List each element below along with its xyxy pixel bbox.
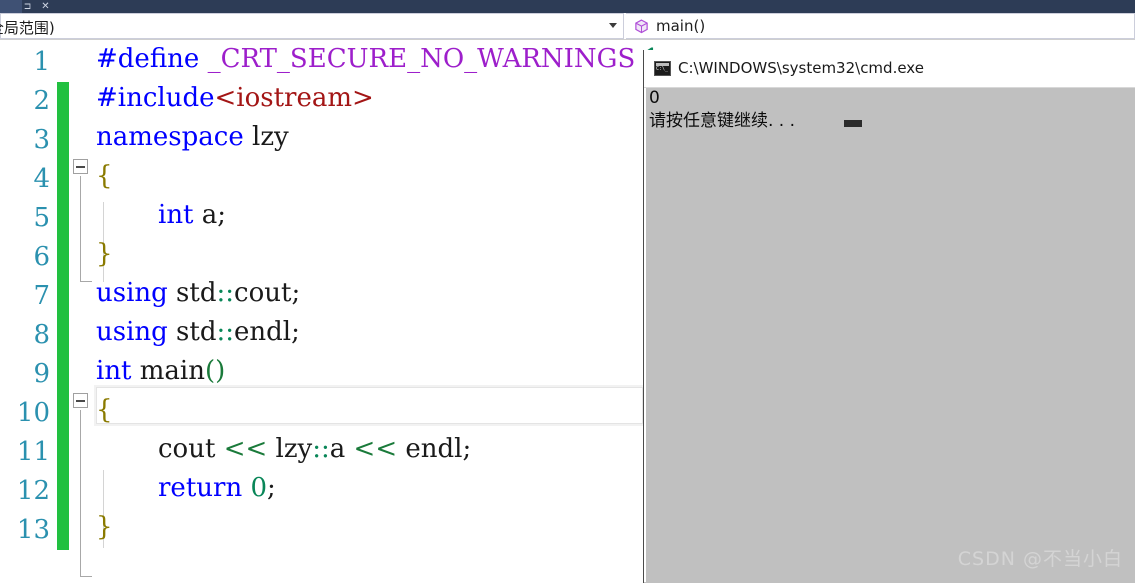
- scope-dropdown[interactable]: (全局范围): [0, 13, 624, 39]
- code-token: endl;: [397, 434, 472, 464]
- line-number: 12: [16, 476, 50, 506]
- code-token: return: [158, 473, 243, 503]
- code-token: <<: [223, 434, 268, 464]
- code-text: }: [96, 512, 113, 542]
- watermark: CSDN @不当小白: [957, 548, 1123, 570]
- code-token: _CRT_SECURE_NO_WARNINGS: [207, 44, 636, 74]
- line-number: 7: [33, 281, 50, 311]
- console-output-value: 0: [649, 88, 660, 108]
- code-token: }: [96, 239, 113, 269]
- code-token: }: [96, 512, 113, 542]
- console-title-text: C:\WINDOWS\system32\cmd.exe: [678, 59, 924, 77]
- scope-dropdown-label: (全局范围): [0, 19, 55, 37]
- code-token: using: [96, 317, 168, 347]
- code-token: std: [167, 278, 217, 308]
- code-token: namespace: [96, 122, 244, 152]
- code-token: <iostream>: [214, 83, 374, 113]
- console-output-area[interactable]: 0 请按任意键继续. . .: [644, 88, 1135, 582]
- line-number: 3: [33, 125, 50, 155]
- outline-guide-main-foot: [80, 576, 92, 577]
- code-text: using std::endl;: [96, 317, 300, 347]
- member-dropdown[interactable]: main(): [626, 13, 1135, 39]
- code-token: ::: [312, 434, 330, 464]
- editor-tab-strip: ⊐ ✕: [0, 0, 1135, 13]
- code-text: return 0;: [158, 473, 276, 503]
- code-token: #define: [96, 44, 200, 74]
- code-text: #include<iostream>: [96, 83, 374, 113]
- code-token: lzy: [243, 122, 289, 152]
- tab-strip-background: [55, 0, 1135, 13]
- line-number: 1: [33, 47, 50, 77]
- code-token: {: [96, 161, 113, 191]
- navigation-bar: (全局范围) main(): [0, 13, 1135, 40]
- code-token: main: [131, 356, 205, 386]
- code-text: cout << lzy::a << endl;: [158, 434, 471, 464]
- code-token: std: [167, 317, 217, 347]
- close-icon[interactable]: ✕: [40, 1, 51, 12]
- code-text: #define _CRT_SECURE_NO_WARNINGS 1: [96, 44, 660, 74]
- chevron-down-icon[interactable]: [609, 23, 617, 28]
- code-token: int: [96, 356, 132, 386]
- line-number: 2: [33, 86, 50, 116]
- code-text: }: [96, 239, 113, 269]
- code-token: 0: [250, 473, 267, 503]
- member-dropdown-label: main(): [656, 17, 706, 35]
- block-cursor: [844, 120, 862, 127]
- code-text: {: [96, 395, 113, 425]
- code-token: a: [329, 434, 354, 464]
- code-token: cout;: [234, 278, 301, 308]
- code-token: int: [158, 200, 194, 230]
- code-token: (): [205, 356, 226, 386]
- code-token: cout: [158, 434, 224, 464]
- code-token: ;: [267, 473, 276, 503]
- code-token: ::: [216, 317, 235, 347]
- pin-icon[interactable]: ⊐: [22, 1, 33, 12]
- code-token: lzy: [267, 434, 313, 464]
- line-number: 4: [33, 164, 50, 194]
- cmd-console-icon: [654, 61, 671, 76]
- code-token: {: [96, 395, 113, 425]
- code-text: {: [96, 161, 113, 191]
- code-text: int main(): [96, 356, 225, 386]
- line-number: 9: [33, 359, 50, 389]
- line-number: 8: [33, 320, 50, 350]
- code-text: int a;: [158, 200, 226, 230]
- code-token: ::: [216, 278, 235, 308]
- code-token: #include: [96, 83, 215, 113]
- code-text: namespace lzy: [96, 122, 289, 152]
- console-window[interactable]: C:\WINDOWS\system32\cmd.exe 0 请按任意键继续. .…: [643, 50, 1135, 583]
- console-press-any-key-text: 请按任意键继续. . .: [649, 111, 796, 131]
- code-token: a;: [193, 200, 227, 230]
- console-left-edge: [644, 88, 646, 582]
- code-text: using std::cout;: [96, 278, 300, 308]
- code-token: using: [96, 278, 168, 308]
- line-number: 11: [16, 437, 50, 467]
- console-title-bar[interactable]: C:\WINDOWS\system32\cmd.exe: [644, 50, 1135, 88]
- line-number: 5: [33, 203, 50, 233]
- line-number: 6: [33, 242, 50, 272]
- method-cube-icon: [634, 19, 649, 34]
- line-number: 13: [16, 515, 50, 545]
- tab-active-indicator[interactable]: [0, 0, 22, 13]
- code-token: <<: [353, 434, 398, 464]
- line-number: 10: [16, 398, 50, 428]
- code-token: endl;: [234, 317, 300, 347]
